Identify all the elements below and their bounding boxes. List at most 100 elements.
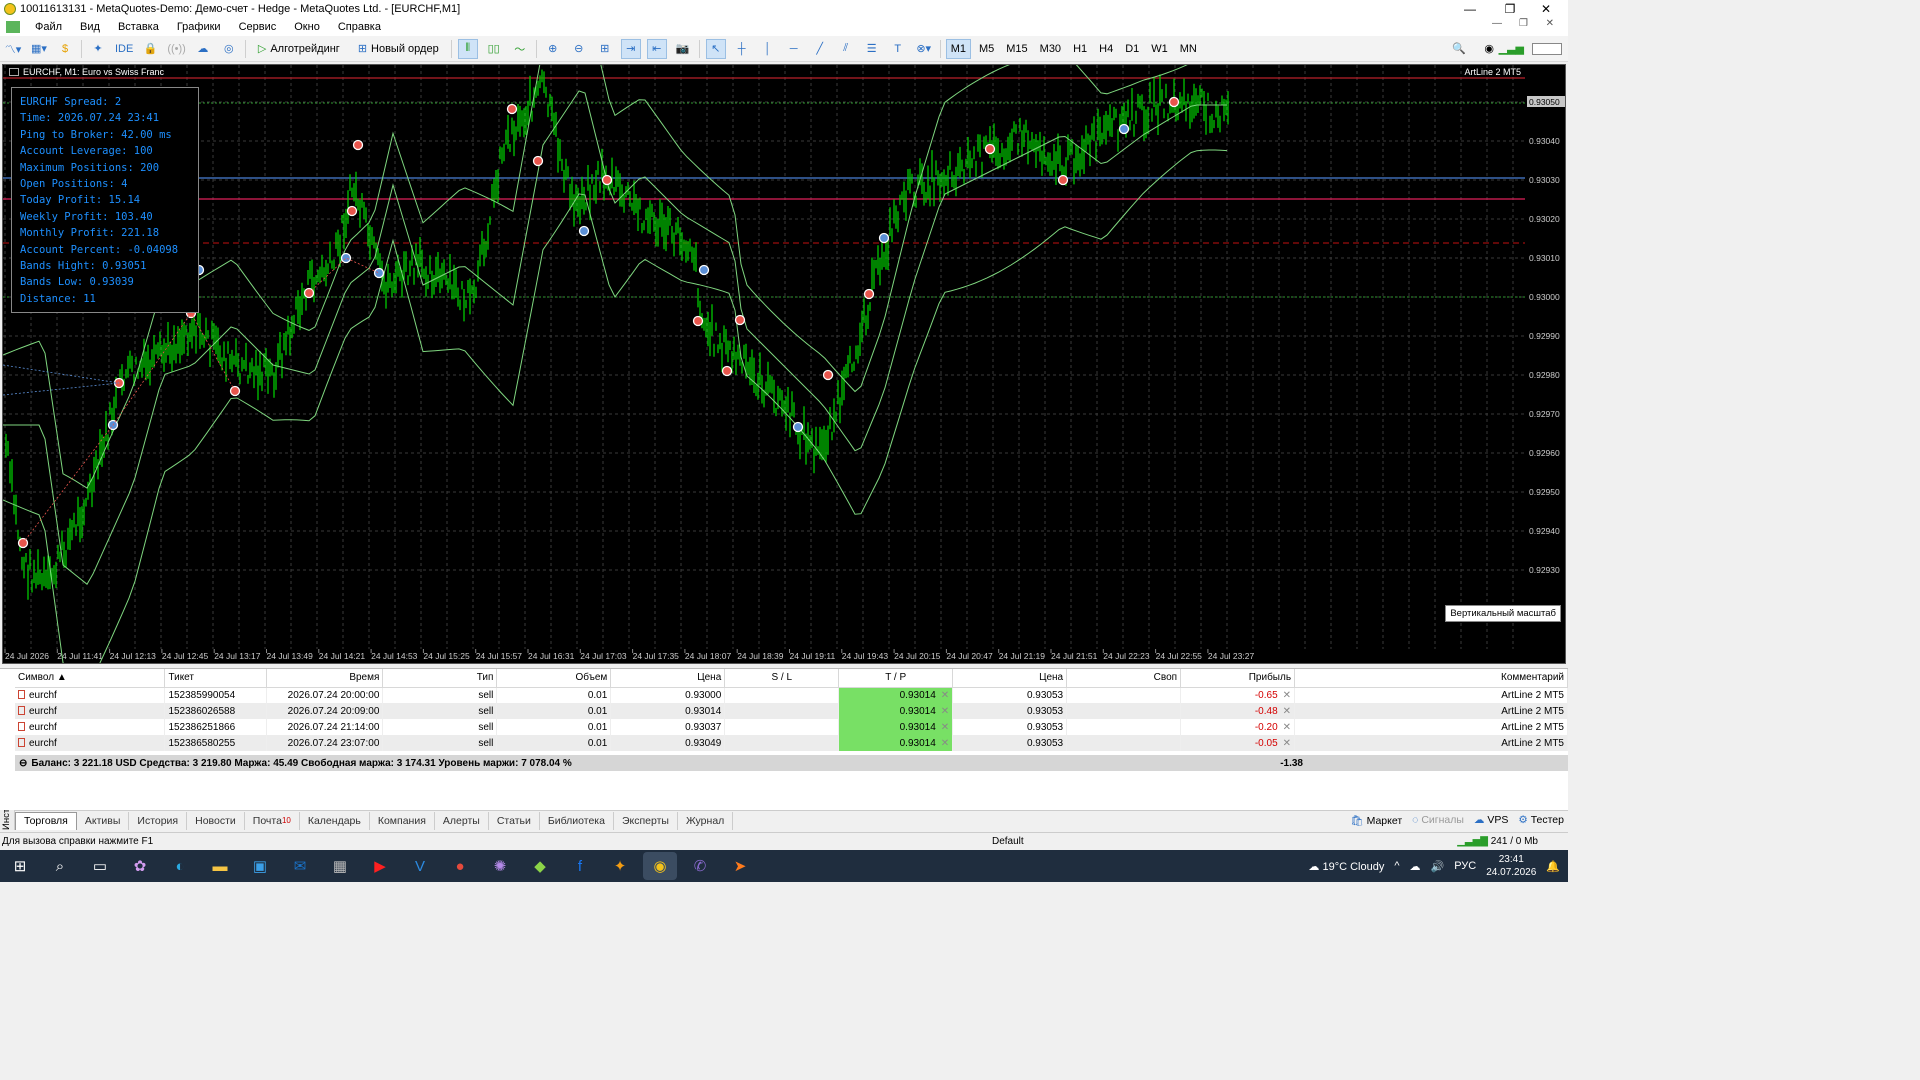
col-swap-header[interactable]: Своп (1066, 669, 1182, 688)
tab-0[interactable]: Торговля (15, 811, 77, 830)
col-tp-header[interactable]: T / P (838, 669, 954, 688)
col-profit-header[interactable]: Прибыль (1180, 669, 1296, 688)
timeframe-m15[interactable]: M15 (1002, 39, 1031, 59)
network-icon[interactable]: ☁ (1410, 860, 1421, 873)
search-icon[interactable]: ⌕ (43, 852, 77, 880)
vimeo-icon[interactable]: V (403, 852, 437, 880)
expert-advisor-label[interactable]: ArtLine 2 MT5 (1464, 67, 1521, 77)
vps-icon[interactable]: ◎ (219, 39, 239, 59)
timeframe-mn[interactable]: MN (1176, 39, 1201, 59)
timeframe-m30[interactable]: M30 (1036, 39, 1065, 59)
ide-button[interactable]: IDE (114, 39, 134, 59)
copilot-icon[interactable]: ✿ (123, 852, 157, 880)
trendline-icon[interactable]: ╱ (810, 39, 830, 59)
timeframe-m1[interactable]: M1 (945, 38, 971, 59)
market-icon[interactable]: $ (55, 39, 75, 59)
col-sl[interactable] (724, 719, 840, 735)
tester-link[interactable]: ⚙ Тестер (1518, 814, 1564, 827)
viber-icon[interactable]: ✆ (683, 852, 717, 880)
tab-6[interactable]: Компания (370, 811, 435, 830)
cloud-icon[interactable]: ☁ (193, 39, 213, 59)
tab-3[interactable]: Новости (187, 811, 245, 830)
balance-row[interactable]: ⊖ Баланс: 3 221.18 USD Средства: 3 219.8… (15, 755, 1568, 771)
position-row[interactable]: eurchf 152386580255 2026.07.24 23:07:00 sel… (15, 735, 1568, 751)
col-sl[interactable] (724, 687, 840, 703)
col-tp[interactable]: 0.93014 ✕ (838, 703, 954, 719)
col-time-header[interactable]: Время (266, 669, 384, 688)
remove-icon[interactable]: ✕ (941, 690, 949, 701)
clock[interactable]: 23:41 24.07.2026 (1486, 853, 1536, 879)
telegram-icon[interactable]: ➤ (723, 852, 757, 880)
position-row[interactable]: eurchf 152386251866 2026.07.24 21:14:00 sel… (15, 719, 1568, 735)
chevron-up-icon[interactable]: ^ (1394, 860, 1399, 872)
tab-8[interactable]: Статьи (489, 811, 540, 830)
language-indicator[interactable]: РУС (1454, 860, 1476, 872)
candle-chart-icon[interactable]: ▯▯ (484, 39, 504, 59)
remove-icon[interactable]: ✕ (941, 706, 949, 717)
metatrader-icon[interactable]: ◉ (643, 852, 677, 880)
tab-5[interactable]: Календарь (300, 811, 370, 830)
photos-icon[interactable]: ✦ (603, 852, 637, 880)
menu-window[interactable]: Окно (285, 21, 329, 33)
remove-icon[interactable]: ✕ (1283, 722, 1291, 733)
algo-trading-button[interactable]: ▷ Алготрейдинг (252, 39, 346, 59)
notification-bell-icon[interactable]: 🔔 (1546, 860, 1560, 873)
col-symbol-header[interactable]: Символ ▲ (15, 669, 166, 688)
menu-charts[interactable]: Графики (168, 21, 230, 33)
bar-chart-icon[interactable]: ⫴ (457, 38, 478, 59)
menu-tools[interactable]: Сервис (230, 21, 286, 33)
timeframe-h1[interactable]: H1 (1069, 39, 1091, 59)
zoom-out-icon[interactable]: ⊖ (569, 39, 589, 59)
timeframe-d1[interactable]: D1 (1121, 39, 1143, 59)
col-ticket-header[interactable]: Тикет (164, 669, 268, 688)
minimize-button[interactable]: — (1452, 0, 1488, 18)
lock-icon[interactable]: 🔒 (140, 39, 160, 59)
navigator-icon[interactable]: ✦ (88, 39, 108, 59)
collapse-icon[interactable]: ⊖ (19, 758, 27, 769)
horizontal-line-icon[interactable]: ─ (784, 39, 804, 59)
line-chart-icon[interactable]: 〜 (510, 39, 530, 59)
menu-insert[interactable]: Вставка (109, 21, 168, 33)
windows-start-icon[interactable]: ⊞ (3, 852, 37, 880)
store-icon[interactable]: ▣ (243, 852, 277, 880)
close-button[interactable]: ✕ (1528, 0, 1564, 18)
tab-9[interactable]: Библиотека (540, 811, 614, 830)
remove-icon[interactable]: ✕ (1283, 738, 1291, 749)
signals-link[interactable]: ◌ Сигналы (1412, 814, 1464, 827)
restore-button[interactable]: ❐ (1492, 0, 1528, 18)
position-row[interactable]: eurchf 152386026588 2026.07.24 20:09:00 sel… (15, 703, 1568, 719)
remove-icon[interactable]: ✕ (941, 722, 949, 733)
col-current-price-header[interactable]: Цена (952, 669, 1068, 688)
app-icon[interactable]: ✺ (483, 852, 517, 880)
new-chart-icon[interactable]: 〽▾ (3, 39, 23, 59)
col-comment-header[interactable]: Комментарий (1294, 669, 1568, 688)
autoscroll-icon[interactable]: ⇥ (620, 38, 641, 59)
tile-windows-icon[interactable]: ⊞ (595, 39, 615, 59)
tab-7[interactable]: Алерты (435, 811, 489, 830)
edge-browser-icon[interactable]: ◐ (163, 852, 197, 880)
chrome-icon[interactable]: ● (443, 852, 477, 880)
tab-4[interactable]: Почта 10 (245, 811, 300, 830)
market-link[interactable]: 🛍 Маркет (1350, 814, 1402, 827)
price-chart[interactable]: 0.93050 0.93040 0.93030 0.93020 0.93010 0.930… (2, 64, 1566, 664)
task-view-icon[interactable]: ▭ (83, 852, 117, 880)
timeframe-h4[interactable]: H4 (1095, 39, 1117, 59)
cursor-icon[interactable]: ↖ (705, 38, 726, 59)
tab-10[interactable]: Эксперты (614, 811, 678, 830)
col-sl-header[interactable]: S / L (724, 669, 840, 688)
radio-icon[interactable]: ((•)) (166, 39, 187, 59)
timeframe-m5[interactable]: M5 (975, 39, 998, 59)
col-tp[interactable]: 0.93014 ✕ (838, 735, 954, 751)
calculator-icon[interactable]: ▦ (323, 852, 357, 880)
col-volume-header[interactable]: Объем (496, 669, 612, 688)
tab-2[interactable]: История (129, 811, 188, 830)
file-explorer-icon[interactable]: ▬ (203, 852, 237, 880)
crosshair-icon[interactable]: ┼ (732, 39, 752, 59)
outlook-icon[interactable]: ✉ (283, 852, 317, 880)
profiles-icon[interactable]: ▦▾ (29, 39, 49, 59)
text-icon[interactable]: T (888, 39, 908, 59)
weather-widget[interactable]: ☁ 19°C Cloudy (1308, 860, 1384, 873)
col-price-header[interactable]: Цена (610, 669, 726, 688)
facebook-icon[interactable]: f (563, 852, 597, 880)
tab-1[interactable]: Активы (77, 811, 130, 830)
